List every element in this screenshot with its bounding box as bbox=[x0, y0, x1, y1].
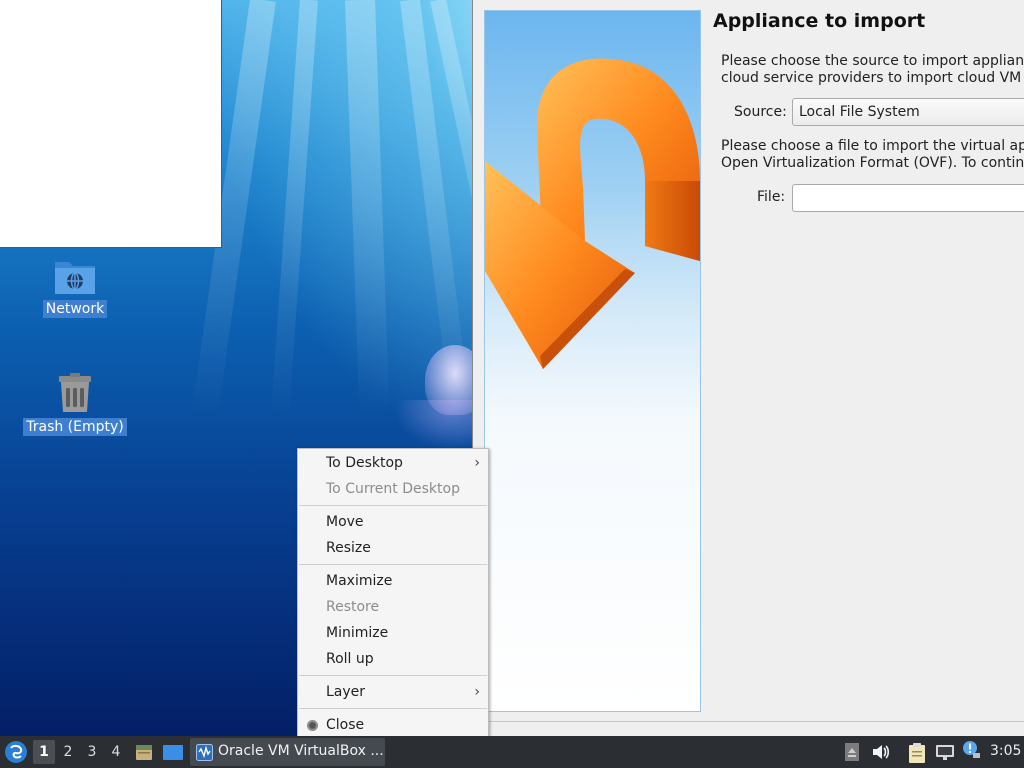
source-label: Source: bbox=[734, 104, 787, 120]
dialog-banner bbox=[484, 10, 701, 712]
menu-item-label: Close bbox=[326, 717, 365, 733]
dialog-title: Appliance to import bbox=[713, 10, 926, 32]
virtualbox-icon bbox=[196, 744, 213, 761]
menu-item-move[interactable]: Move bbox=[298, 509, 488, 535]
workspace-1[interactable]: 1 bbox=[33, 740, 55, 764]
file-label: File: bbox=[757, 189, 786, 205]
orange-import-arrow-icon bbox=[485, 58, 700, 369]
submenu-arrow-icon: › bbox=[474, 684, 480, 700]
workspace-3[interactable]: 3 bbox=[81, 740, 103, 764]
menu-item-label: Layer bbox=[326, 684, 366, 700]
show-desktop-icon[interactable] bbox=[162, 742, 184, 762]
desktop-icon-trash-label: Trash (Empty) bbox=[23, 418, 127, 436]
menu-item-layer[interactable]: Layer › bbox=[298, 679, 488, 705]
volume-icon[interactable] bbox=[871, 742, 891, 762]
menu-item-close[interactable]: Close bbox=[298, 712, 488, 738]
menu-item-maximize[interactable]: Maximize bbox=[298, 568, 488, 594]
file-manager-icon[interactable] bbox=[134, 742, 154, 762]
trash-icon bbox=[59, 373, 91, 412]
menu-item-restore: Restore bbox=[298, 594, 488, 620]
menu-separator bbox=[299, 505, 487, 506]
menu-item-label: Roll up bbox=[326, 651, 374, 667]
close-radio-icon bbox=[307, 720, 318, 731]
file-text-line-1: Please choose a file to import the virtu… bbox=[721, 138, 1024, 154]
submenu-arrow-icon: › bbox=[474, 455, 480, 471]
menu-item-label: Move bbox=[326, 514, 364, 530]
clipboard-icon[interactable] bbox=[907, 742, 927, 764]
intro-text-line-2: cloud service providers to import cloud … bbox=[721, 70, 1024, 86]
menu-item-to-current-desktop: To Current Desktop bbox=[298, 476, 488, 502]
desktop-icon-network[interactable]: Network bbox=[20, 258, 130, 318]
start-menu-icon[interactable] bbox=[3, 739, 29, 765]
menu-item-minimize[interactable]: Minimize bbox=[298, 620, 488, 646]
import-appliance-dialog: Appliance to import Please choose the so… bbox=[472, 0, 1024, 736]
menu-separator bbox=[299, 708, 487, 709]
menu-item-label: To Desktop bbox=[326, 455, 403, 471]
window-context-menu: To Desktop › To Current Desktop Move Res… bbox=[297, 448, 489, 743]
dialog-divider bbox=[484, 721, 1024, 722]
network-folder-icon bbox=[55, 262, 95, 294]
workspace-2[interactable]: 2 bbox=[57, 740, 79, 764]
file-path-input[interactable] bbox=[792, 184, 1024, 212]
desktop-icon-network-label: Network bbox=[42, 300, 108, 318]
file-text-line-2: Open Virtualization Format (OVF). To con… bbox=[721, 155, 1024, 171]
menu-item-label: To Current Desktop bbox=[326, 481, 460, 497]
menu-item-to-desktop[interactable]: To Desktop › bbox=[298, 450, 488, 476]
taskbar-task-label: Oracle VM VirtualBox ... bbox=[218, 743, 384, 759]
menu-item-label: Resize bbox=[326, 540, 371, 556]
clock: 3:05 bbox=[990, 743, 1022, 759]
desktop-icon-trash[interactable]: Trash (Empty) bbox=[20, 372, 130, 436]
taskbar: 1 2 3 4 Oracle VM VirtualBox ... 3:05 bbox=[0, 736, 1024, 768]
intro-text-line-1: Please choose the source to import appli… bbox=[721, 53, 1024, 69]
blank-window[interactable] bbox=[0, 0, 222, 248]
menu-item-label: Restore bbox=[326, 599, 380, 615]
menu-separator bbox=[299, 675, 487, 676]
menu-item-label: Minimize bbox=[326, 625, 389, 641]
menu-item-resize[interactable]: Resize bbox=[298, 535, 488, 561]
menu-item-roll-up[interactable]: Roll up bbox=[298, 646, 488, 672]
network-icon[interactable] bbox=[934, 742, 956, 762]
update-notifier-icon[interactable] bbox=[961, 740, 981, 760]
source-dropdown-value: Local File System bbox=[799, 104, 920, 120]
menu-separator bbox=[299, 564, 487, 565]
eject-icon[interactable] bbox=[844, 742, 860, 762]
taskbar-task-virtualbox[interactable]: Oracle VM VirtualBox ... bbox=[190, 738, 385, 766]
source-dropdown[interactable]: Local File System bbox=[792, 98, 1024, 126]
workspace-4[interactable]: 4 bbox=[105, 740, 127, 764]
menu-item-label: Maximize bbox=[326, 573, 393, 589]
